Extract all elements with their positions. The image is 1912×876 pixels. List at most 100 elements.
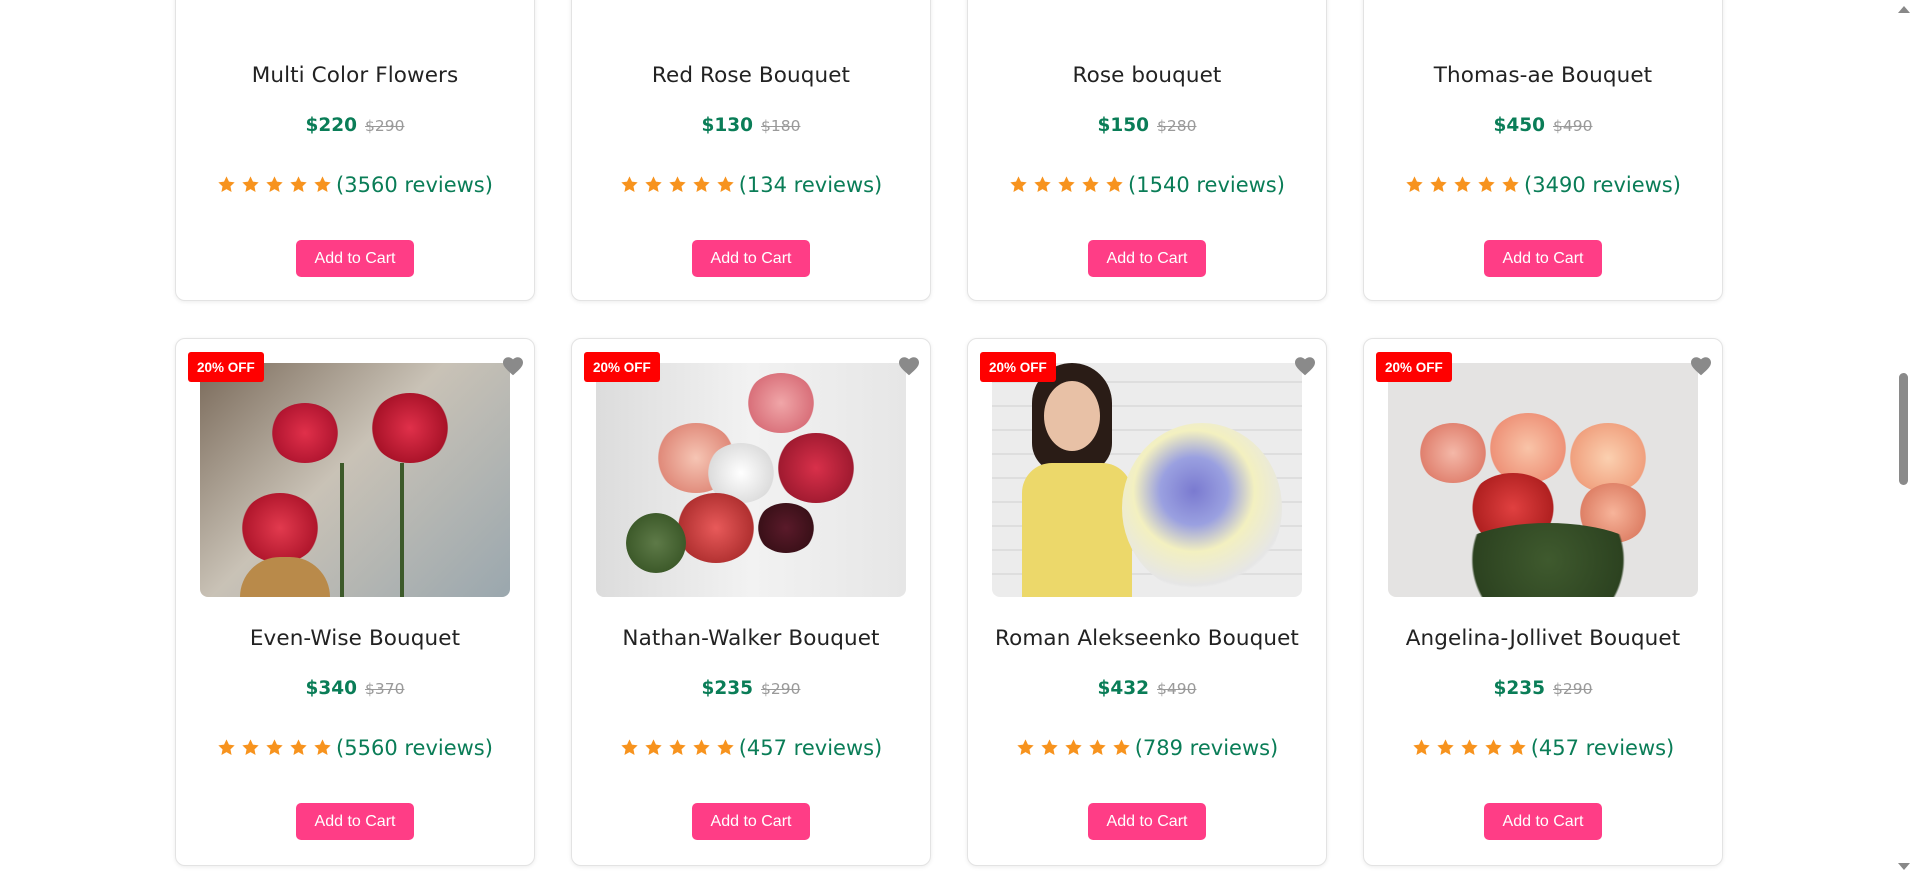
rating-stars xyxy=(620,738,735,757)
product-card[interactable]: Multi Color Flowers $220 $290 (3560 revie… xyxy=(175,0,535,301)
review-count: (457 reviews) xyxy=(738,736,883,760)
review-count: (134 reviews) xyxy=(738,173,883,197)
star-icon xyxy=(1412,738,1431,757)
star-icon xyxy=(692,738,711,757)
discount-badge: 20% OFF xyxy=(188,352,264,382)
product-image[interactable] xyxy=(200,363,510,597)
star-icon xyxy=(313,738,332,757)
product-image[interactable] xyxy=(596,363,906,597)
product-card[interactable]: 20% OFF Nathan-Walker Bouquet $235 $290 (… xyxy=(571,338,931,866)
star-icon xyxy=(1088,738,1107,757)
product-rating: (457 reviews) xyxy=(1364,736,1722,760)
star-icon xyxy=(1033,175,1052,194)
original-price: $490 xyxy=(1553,117,1593,135)
product-price: $235 $290 xyxy=(1364,678,1722,699)
star-icon xyxy=(668,738,687,757)
review-count: (3560 reviews) xyxy=(336,173,493,197)
product-card[interactable]: 20% OFF Angelina-Jollivet Bouquet $235 $2… xyxy=(1363,338,1723,866)
star-icon xyxy=(668,175,687,194)
heart-icon[interactable] xyxy=(502,356,524,376)
add-to-cart-button[interactable]: Add to Cart xyxy=(1088,803,1206,840)
star-icon xyxy=(289,738,308,757)
product-card[interactable]: 20% OFF Roman Alekseenko Bouquet $432 $49… xyxy=(967,338,1327,866)
star-icon xyxy=(620,175,639,194)
star-icon xyxy=(1484,738,1503,757)
product-card[interactable]: Thomas-ae Bouquet $450 $490 (3490 reviews… xyxy=(1363,0,1723,301)
product-price: $235 $290 xyxy=(572,678,930,699)
product-price: $432 $490 xyxy=(968,678,1326,699)
add-to-cart-button[interactable]: Add to Cart xyxy=(1484,803,1602,840)
star-icon xyxy=(716,738,735,757)
current-price: $220 xyxy=(305,115,358,136)
add-to-cart-button[interactable]: Add to Cart xyxy=(692,803,810,840)
product-image[interactable] xyxy=(992,363,1302,597)
scroll-thumb[interactable] xyxy=(1899,373,1908,485)
current-price: $150 xyxy=(1097,115,1150,136)
star-icon xyxy=(241,738,260,757)
star-icon xyxy=(1105,175,1124,194)
current-price: $130 xyxy=(701,115,754,136)
star-icon xyxy=(265,175,284,194)
product-title[interactable]: Red Rose Bouquet xyxy=(572,63,930,88)
star-icon xyxy=(692,175,711,194)
add-to-cart-button[interactable]: Add to Cart xyxy=(1088,240,1206,277)
product-title[interactable]: Angelina-Jollivet Bouquet xyxy=(1364,626,1722,651)
review-count: (789 reviews) xyxy=(1134,736,1279,760)
rating-stars xyxy=(1016,738,1131,757)
current-price: $432 xyxy=(1097,678,1150,699)
product-title[interactable]: Nathan-Walker Bouquet xyxy=(572,626,930,651)
product-title[interactable]: Roman Alekseenko Bouquet xyxy=(968,626,1326,651)
product-price: $220 $290 xyxy=(176,115,534,136)
discount-badge: 20% OFF xyxy=(980,352,1056,382)
star-icon xyxy=(1477,175,1496,194)
current-price: $235 xyxy=(701,678,754,699)
star-icon xyxy=(1460,738,1479,757)
original-price: $290 xyxy=(1553,680,1593,698)
product-rating: (789 reviews) xyxy=(968,736,1326,760)
star-icon xyxy=(1009,175,1028,194)
rating-stars xyxy=(1009,175,1124,194)
product-title[interactable]: Even-Wise Bouquet xyxy=(176,626,534,651)
add-to-cart-button[interactable]: Add to Cart xyxy=(1484,240,1602,277)
product-price: $130 $180 xyxy=(572,115,930,136)
scroll-down-arrow-icon[interactable] xyxy=(1898,863,1910,870)
star-icon xyxy=(1405,175,1424,194)
product-rating: (457 reviews) xyxy=(572,736,930,760)
product-image[interactable] xyxy=(1388,363,1698,597)
vertical-scrollbar[interactable] xyxy=(1895,0,1912,876)
current-price: $450 xyxy=(1493,115,1546,136)
product-card[interactable]: Red Rose Bouquet $130 $180 (134 reviews) … xyxy=(571,0,931,301)
review-count: (3490 reviews) xyxy=(1524,173,1681,197)
add-to-cart-button[interactable]: Add to Cart xyxy=(296,240,414,277)
review-count: (457 reviews) xyxy=(1530,736,1675,760)
product-grid: Multi Color Flowers $220 $290 (3560 revie… xyxy=(175,0,1723,876)
star-icon xyxy=(1501,175,1520,194)
star-icon xyxy=(241,175,260,194)
product-title[interactable]: Multi Color Flowers xyxy=(176,63,534,88)
product-card[interactable]: Rose bouquet $150 $280 (1540 reviews) Add… xyxy=(967,0,1327,301)
product-price: $450 $490 xyxy=(1364,115,1722,136)
heart-icon[interactable] xyxy=(1690,356,1712,376)
star-icon xyxy=(265,738,284,757)
heart-icon[interactable] xyxy=(1294,356,1316,376)
heart-icon[interactable] xyxy=(898,356,920,376)
rating-stars xyxy=(217,175,332,194)
product-title[interactable]: Rose bouquet xyxy=(968,63,1326,88)
rating-stars xyxy=(217,738,332,757)
star-icon xyxy=(1112,738,1131,757)
star-icon xyxy=(1508,738,1527,757)
add-to-cart-button[interactable]: Add to Cart xyxy=(692,240,810,277)
original-price: $370 xyxy=(365,680,405,698)
original-price: $490 xyxy=(1157,680,1197,698)
product-rating: (5560 reviews) xyxy=(176,736,534,760)
original-price: $280 xyxy=(1157,117,1197,135)
star-icon xyxy=(217,175,236,194)
star-icon xyxy=(1453,175,1472,194)
star-icon xyxy=(313,175,332,194)
add-to-cart-button[interactable]: Add to Cart xyxy=(296,803,414,840)
product-title[interactable]: Thomas-ae Bouquet xyxy=(1364,63,1722,88)
scroll-up-arrow-icon[interactable] xyxy=(1898,6,1910,13)
product-card[interactable]: 20% OFF Even-Wise Bouquet $340 $370 (5560… xyxy=(175,338,535,866)
original-price: $180 xyxy=(761,117,801,135)
product-price: $340 $370 xyxy=(176,678,534,699)
